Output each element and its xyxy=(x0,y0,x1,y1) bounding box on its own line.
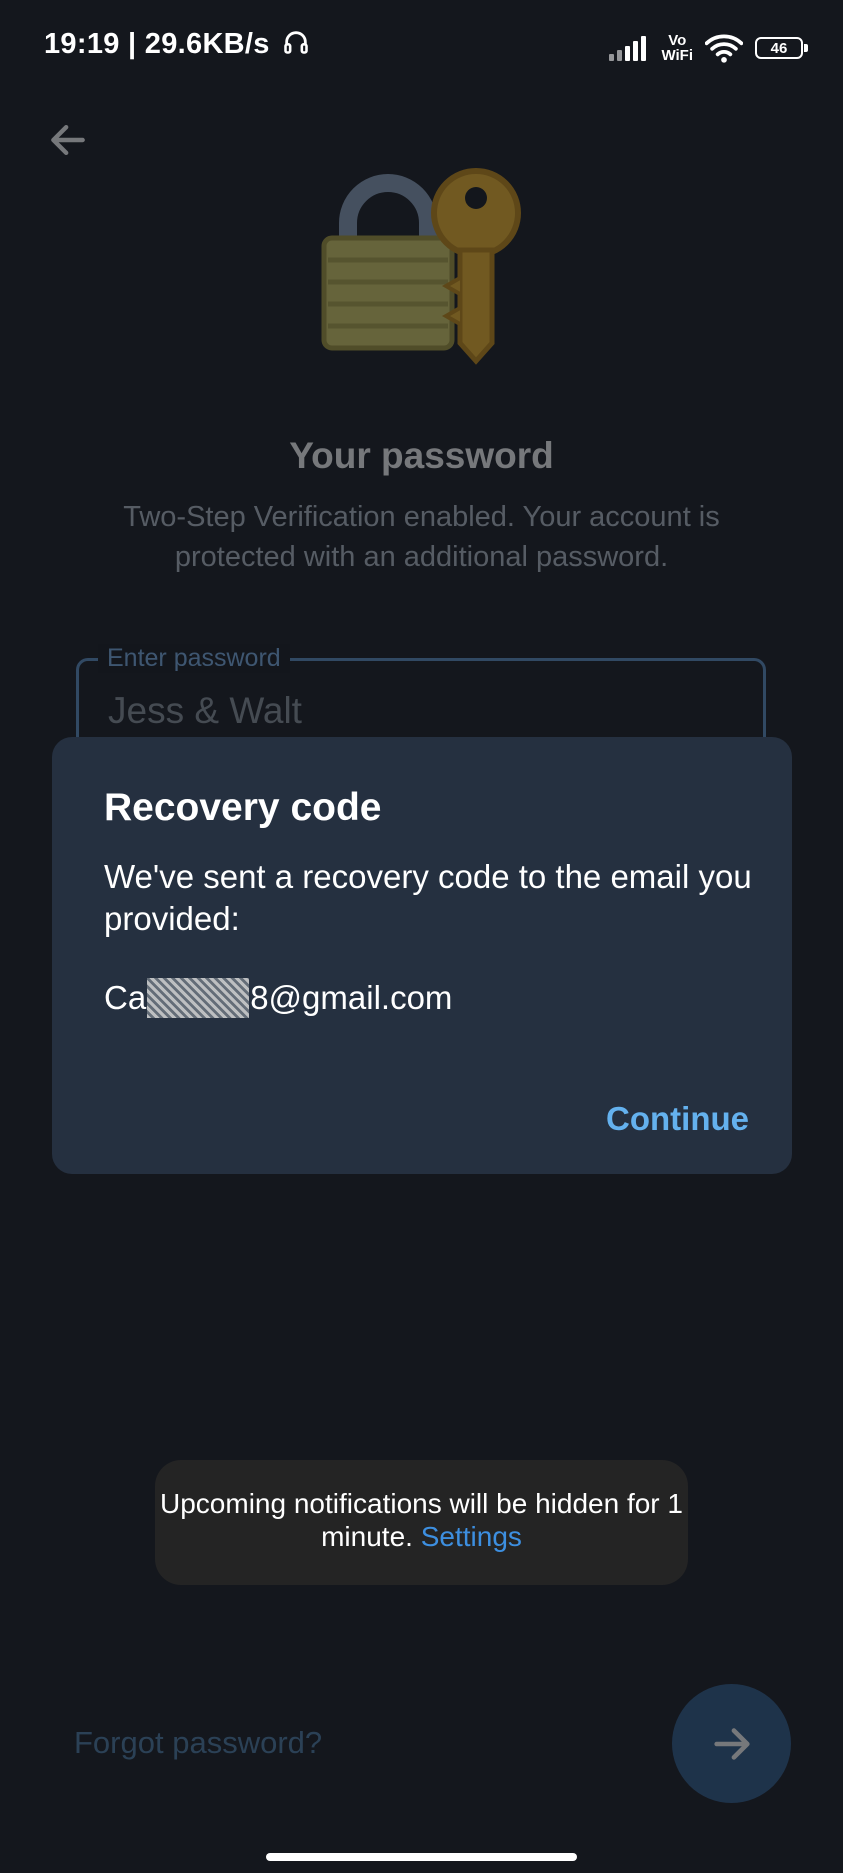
status-bar-time: 19:19 | 29.6KB/s xyxy=(44,28,310,61)
home-indicator[interactable] xyxy=(266,1853,577,1861)
toast-text: Upcoming notifications will be hidden fo… xyxy=(155,1487,688,1553)
page-title: Your password xyxy=(289,435,554,476)
status-time-text: 19:19 | 29.6KB/s xyxy=(44,28,270,60)
arrow-left-icon[interactable] xyxy=(46,118,90,162)
arrow-right-icon xyxy=(713,1727,750,1760)
dialog-title: Recovery code xyxy=(104,786,382,829)
dialog-email: Ca 8@gmail.com xyxy=(104,978,452,1018)
dialog-message: We've sent a recovery code to the email … xyxy=(104,858,752,937)
wifi-icon xyxy=(705,34,743,63)
forgot-password-link[interactable]: Forgot password? xyxy=(74,1725,322,1761)
next-button[interactable] xyxy=(672,1684,791,1803)
email-redaction xyxy=(147,978,250,1018)
battery-icon: 46 xyxy=(755,37,808,59)
toast-settings-link[interactable]: Settings xyxy=(421,1521,522,1552)
page-subtitle: Two-Step Verification enabled. Your acco… xyxy=(123,501,720,573)
email-suffix: 8@gmail.com xyxy=(250,979,453,1016)
battery-level: 46 xyxy=(770,39,788,57)
vowifi-bottom: WiFi xyxy=(661,47,693,64)
continue-button[interactable]: Continue xyxy=(606,1100,749,1138)
status-bar-indicators: Vo WiFi 46 xyxy=(609,28,808,68)
password-input[interactable]: Jess & Walt xyxy=(108,690,302,732)
email-prefix: Ca xyxy=(104,979,147,1016)
lock-and-key-icon xyxy=(321,168,521,365)
vowifi-top: Vo xyxy=(668,32,687,49)
headphones-icon xyxy=(284,31,308,54)
vowifi-indicator: Vo WiFi xyxy=(661,33,693,63)
password-field-label: Enter password xyxy=(98,644,290,673)
signal-bars-icon xyxy=(609,35,649,61)
